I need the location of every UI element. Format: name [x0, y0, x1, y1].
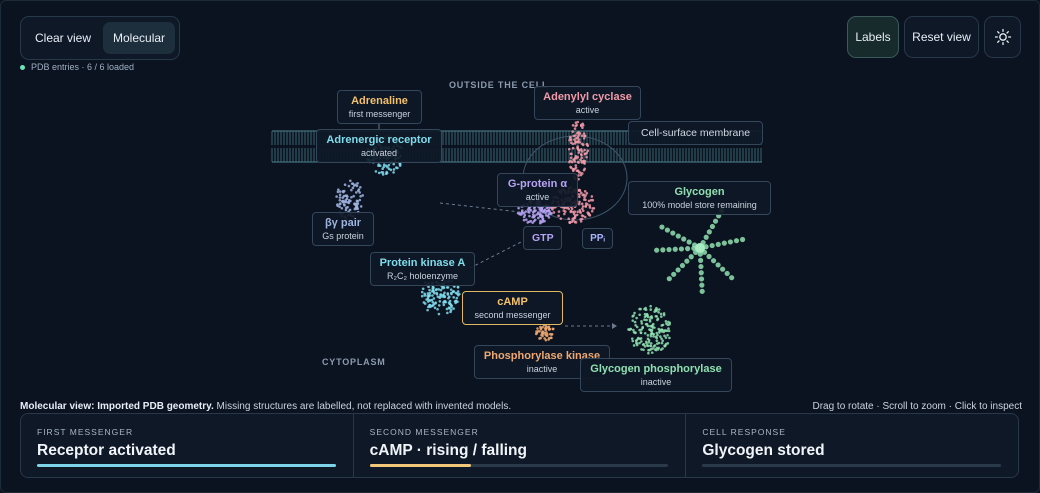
label-state: active [575, 105, 600, 115]
label-glycogen[interactable]: Glycogen 100% model store remaining [628, 181, 771, 215]
cyclase-structure [567, 120, 590, 181]
progress-fill [369, 464, 472, 467]
label-adenylyl-cyclase[interactable]: Adenylyl cyclase active [534, 86, 641, 120]
label-title: Adenylyl cyclase [543, 91, 632, 103]
view-caption: Molecular view: Imported PDB geometry. M… [20, 401, 511, 412]
interaction-hint: Drag to rotate · Scroll to zoom · Click … [812, 401, 1022, 412]
label-state: second messenger [474, 310, 551, 320]
labels-toggle-button[interactable]: Labels [847, 16, 899, 58]
card-key: FIRST MESSENGER [37, 427, 134, 437]
label-title: Adrenaline [351, 95, 408, 107]
progress-fill [37, 464, 336, 467]
label-cell-surface-membrane[interactable]: Cell-surface membrane [628, 121, 763, 145]
status-dot [20, 64, 25, 70]
progress-track [702, 464, 1002, 467]
label-state: activated [360, 148, 398, 158]
label-g-protein-alpha[interactable]: G-protein α active [497, 173, 578, 207]
label-gtp[interactable]: GTP [523, 226, 562, 250]
label-title: GTP [532, 232, 554, 244]
label-state: inactive [640, 377, 672, 387]
clear-view-button[interactable]: Clear view [25, 22, 101, 54]
label-protein-kinase-a[interactable]: Protein kinase A R₂C₂ holoenzyme [370, 252, 475, 286]
progress-track [369, 464, 669, 467]
sun-icon [994, 28, 1011, 46]
card-value: Receptor activated [37, 442, 176, 459]
label-glycogen-phosphorylase[interactable]: Glycogen phosphorylase inactive [580, 358, 732, 392]
card-value: Glycogen stored [702, 442, 825, 459]
connector-gtp-pka [469, 239, 526, 269]
reset-view-button[interactable]: Reset view [904, 16, 979, 58]
pdb-status: PDB entries · 6 / 6 loaded [20, 62, 134, 72]
card-first-messenger: FIRST MESSENGER Receptor activated [21, 414, 353, 477]
label-title: Adrenergic receptor [326, 134, 432, 146]
arrow-head [612, 323, 617, 329]
card-cell-response: CELL RESPONSE Glycogen stored [685, 414, 1018, 477]
label-title: Cell-surface membrane [640, 127, 751, 139]
label-title: Protein kinase A [379, 257, 466, 269]
caption-rest: Missing structures are labelled, not rep… [213, 401, 512, 412]
label-camp[interactable]: cAMP second messenger [462, 291, 563, 325]
pdb-status-text: PDB entries · 6 / 6 loaded [31, 62, 135, 72]
card-key: CELL RESPONSE [702, 427, 786, 437]
label-state: first messenger [348, 109, 411, 119]
label-adrenergic-receptor[interactable]: Adrenergic receptor activated [316, 129, 442, 163]
label-title: cAMP [497, 296, 528, 308]
label-state: 100% model store remaining [642, 200, 757, 210]
label-state: active [525, 192, 550, 202]
card-key: SECOND MESSENGER [369, 427, 479, 437]
label-title: Glycogen phosphorylase [590, 363, 722, 375]
label-state: Gs protein [322, 231, 364, 241]
label-beta-gamma-pair[interactable]: βγ pair Gs protein [312, 212, 374, 246]
caption-bold: Molecular view: Imported PDB geometry. [20, 401, 214, 412]
phk-structure [534, 323, 555, 342]
label-title: Glycogen [674, 186, 725, 198]
region-cytoplasm: CYTOPLASM [322, 357, 386, 367]
molecular-button[interactable]: Molecular [103, 22, 176, 54]
label-title: G-protein α [507, 178, 568, 190]
label-title: βγ pair [324, 217, 362, 229]
label-title: PPᵢ [590, 233, 605, 244]
label-ppi[interactable]: PPᵢ [582, 228, 613, 249]
gp-structure [627, 304, 672, 355]
glycogen-particle [654, 207, 746, 294]
theme-toggle-button[interactable] [984, 16, 1021, 58]
label-adrenaline[interactable]: Adrenaline first messenger [337, 90, 422, 124]
card-value: cAMP · rising / falling [369, 442, 527, 459]
view-mode-toggle: Clear view Molecular [20, 16, 181, 60]
label-state: R₂C₂ holoenzyme [386, 271, 458, 281]
card-second-messenger: SECOND MESSENGER cAMP · rising / falling [352, 414, 686, 477]
pathway-status-cards: FIRST MESSENGER Receptor activated SECON… [20, 413, 1019, 478]
progress-track [37, 464, 336, 467]
